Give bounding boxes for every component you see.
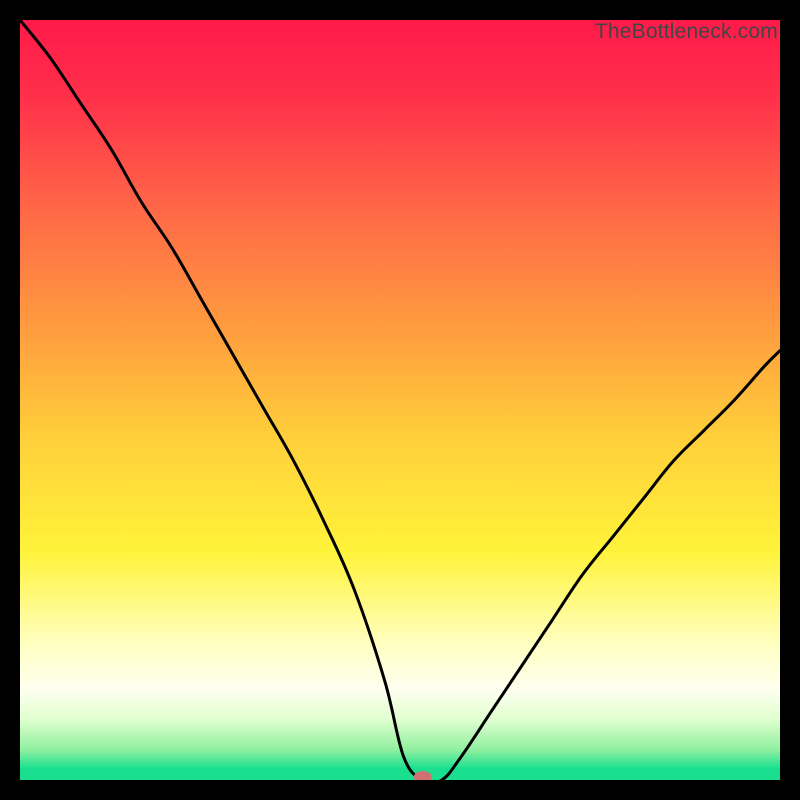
chart-background <box>20 20 780 780</box>
bottleneck-chart <box>20 20 780 780</box>
chart-frame: TheBottleneck.com <box>20 20 780 780</box>
watermark-text: TheBottleneck.com <box>595 20 778 44</box>
